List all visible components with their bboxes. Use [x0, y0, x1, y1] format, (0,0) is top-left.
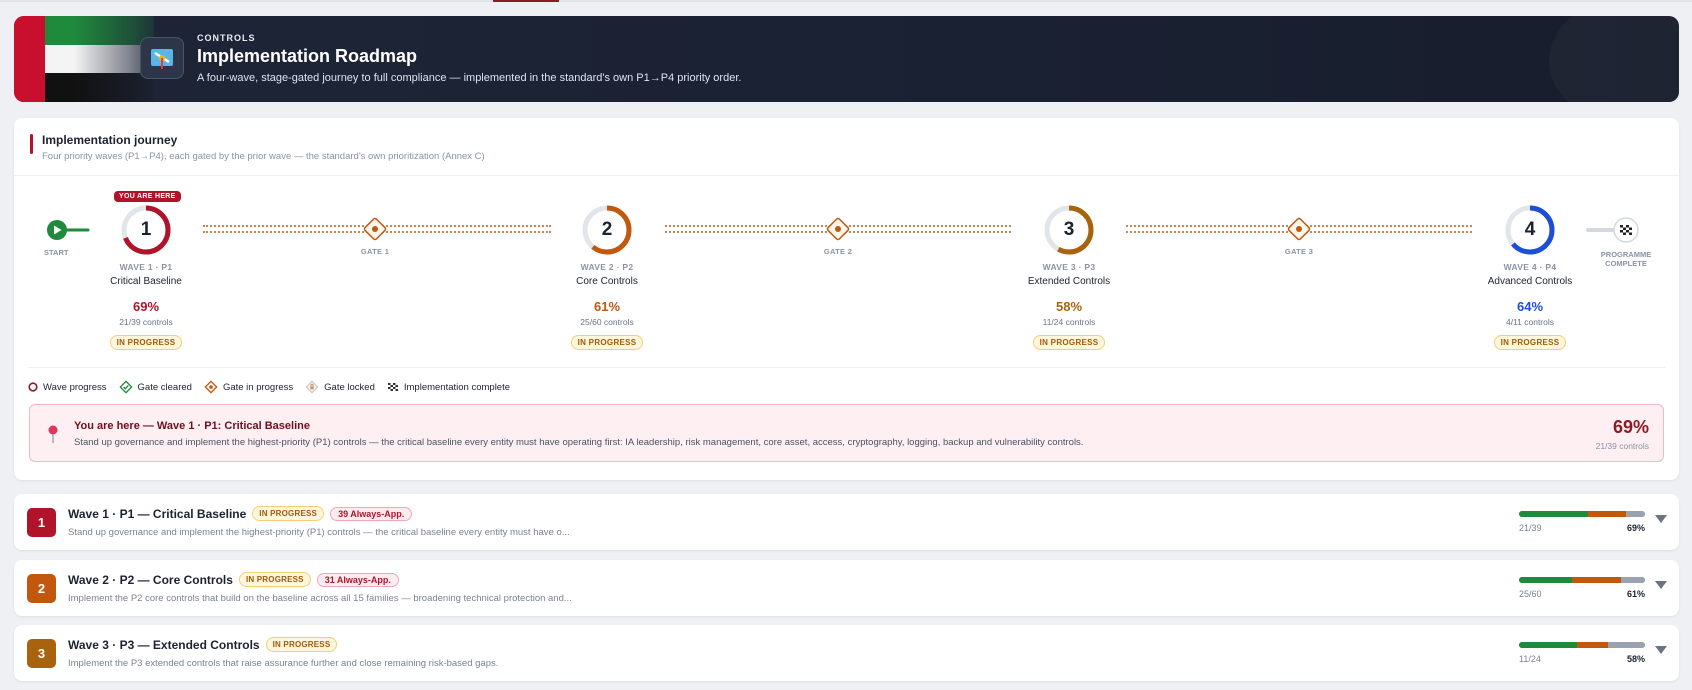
gate-3-label: GATE 3	[1284, 247, 1314, 256]
chevron-down-icon[interactable]	[1655, 646, 1667, 654]
finish-label: PROGRAMME COMPLETE	[1600, 250, 1652, 268]
wave-row-1[interactable]: 1 Wave 1 · P1 — Critical Baseline IN PRO…	[14, 494, 1679, 550]
chevron-down-icon[interactable]	[1655, 515, 1667, 523]
gate-1-label: GATE 1	[360, 247, 390, 256]
here-percent: 69%	[1612, 417, 1649, 437]
status-badge: IN PROGRESS	[252, 506, 325, 521]
status-badge: IN PROGRESS	[1493, 335, 1567, 350]
start-label: START	[44, 248, 69, 257]
journey-legend: Wave progress Gate cleared Gate in progr…	[28, 380, 510, 394]
legend-gate-locked: Gate locked	[305, 380, 375, 394]
top-accent-line	[0, 0, 1692, 2]
finish-flag-icon	[1586, 217, 1639, 243]
wave-row-3[interactable]: 3 Wave 3 · P3 — Extended Controls IN PRO…	[14, 625, 1679, 681]
page-subtitle: A four-wave, stage-gated journey to full…	[197, 72, 742, 84]
implementation-journey-card: Implementation journey Four priority wav…	[14, 118, 1679, 480]
pin-icon	[48, 425, 58, 443]
wave-row-2[interactable]: 2 Wave 2 · P2 — Core Controls IN PROGRES…	[14, 560, 1679, 616]
status-badge: IN PROGRESS	[570, 335, 644, 350]
section-accent-bar	[30, 134, 33, 154]
wave-number-badge: 3	[27, 639, 56, 668]
wave-progress-bar	[1519, 577, 1645, 583]
you-are-here-panel: You are here — Wave 1 · P1: Critical Bas…	[29, 404, 1664, 462]
wave-row-title: Wave 3 · P3 — Extended Controls IN PROGR…	[68, 637, 338, 652]
here-count: 21/39 controls	[1595, 441, 1649, 451]
wave-row-description: Implement the P3 extended controls that …	[68, 658, 499, 669]
wave-row-count: 25/60	[1519, 589, 1542, 599]
wave-row-count: 11/24	[1519, 654, 1541, 664]
wave-progress-bar	[1519, 642, 1645, 648]
wave-row-description: Implement the P2 core controls that buil…	[68, 593, 572, 604]
status-badge: IN PROGRESS	[265, 637, 338, 652]
wave-1-ring[interactable]: 1	[118, 202, 174, 258]
legend-gate-in-progress: Gate in progress	[204, 380, 293, 394]
legend-implementation-complete: Implementation complete	[387, 381, 510, 393]
gate-2-label: GATE 2	[823, 247, 853, 256]
wave-row-percent: 58%	[1626, 654, 1645, 664]
status-badge: IN PROGRESS	[238, 572, 311, 587]
ring-icon	[28, 382, 38, 392]
wave-row-percent: 61%	[1626, 589, 1645, 599]
here-title: You are here — Wave 1 · P1: Critical Bas…	[74, 420, 310, 432]
uae-flag	[14, 16, 154, 102]
legend-gate-cleared: Gate cleared	[118, 380, 192, 394]
wave-number-badge: 2	[27, 574, 56, 603]
wave-3-ring[interactable]: 3	[1041, 202, 1097, 258]
page-header: CONTROLS Implementation Roadmap A four-w…	[14, 16, 1679, 102]
page-title: Implementation Roadmap	[197, 46, 418, 66]
wave-4-info: WAVE 4 · P4 Advanced Controls 64% 4/11 c…	[1455, 262, 1605, 350]
gate-progress-icon	[204, 380, 218, 394]
wave-number-badge: 1	[27, 508, 56, 537]
journey-subtitle: Four priority waves (P1→P4), each gated …	[42, 151, 485, 162]
journey-title: Implementation journey	[42, 133, 178, 147]
start-icon	[47, 220, 90, 240]
status-badge: IN PROGRESS	[109, 335, 183, 350]
always-applicable-badge: 31 Always-App.	[316, 572, 399, 587]
wave-row-title: Wave 1 · P1 — Critical Baseline IN PROGR…	[68, 506, 413, 521]
here-description: Stand up governance and implement the hi…	[74, 437, 1084, 448]
chevron-down-icon[interactable]	[1655, 581, 1667, 589]
always-applicable-badge: 39 Always-App.	[330, 506, 413, 521]
header-kicker: CONTROLS	[197, 33, 256, 43]
wave-row-title: Wave 2 · P2 — Core Controls IN PROGRESS …	[68, 572, 399, 587]
wave-row-count: 21/39	[1519, 523, 1542, 533]
wave-progress-bar	[1519, 511, 1645, 517]
roadmap-icon	[140, 37, 184, 79]
wave-1-info: WAVE 1 · P1 Critical Baseline 69% 21/39 …	[71, 262, 221, 350]
active-tab-indicator	[493, 0, 559, 2]
wave-2-ring[interactable]: 2	[579, 202, 635, 258]
wave-4-ring[interactable]: 4	[1502, 202, 1558, 258]
wave-row-description: Stand up governance and implement the hi…	[68, 527, 570, 538]
legend-wave-progress: Wave progress	[28, 382, 107, 393]
gate-1-in-progress-icon[interactable]	[362, 216, 388, 242]
gate-locked-icon	[305, 380, 319, 394]
gate-cleared-icon	[118, 380, 133, 394]
header-decoration	[1549, 16, 1679, 102]
gate-2-in-progress-icon[interactable]	[825, 216, 851, 242]
status-badge: IN PROGRESS	[1032, 335, 1106, 350]
wave-2-info: WAVE 2 · P2 Core Controls 61% 25/60 cont…	[532, 262, 682, 350]
checkered-flag-icon	[387, 383, 398, 391]
gate-3-in-progress-icon[interactable]	[1286, 216, 1312, 242]
wave-row-percent: 69%	[1626, 523, 1645, 533]
wave-3-info: WAVE 3 · P3 Extended Controls 58% 11/24 …	[994, 262, 1144, 350]
you-are-here-badge: YOU ARE HERE	[114, 191, 181, 202]
